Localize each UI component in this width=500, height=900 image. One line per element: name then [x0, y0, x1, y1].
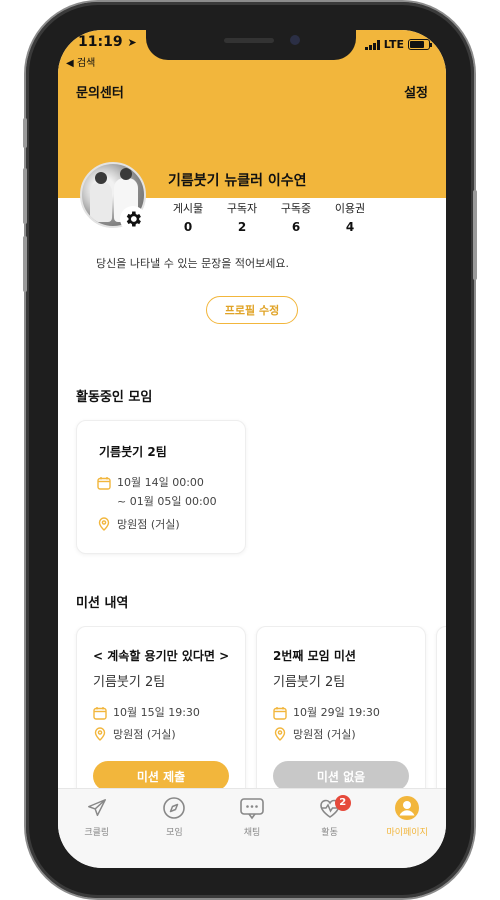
group-name: 기름붓기 2팀: [99, 445, 167, 459]
stat-value: 6: [291, 220, 301, 234]
mission-date-row: 10월 29일 19:30: [273, 703, 380, 722]
mission-date: 10월 29일 19:30: [293, 706, 380, 719]
stat-tickets[interactable]: 이용권 4: [330, 200, 370, 234]
paper-plane-icon: [87, 799, 106, 817]
mission-location: 망원점 (거실): [293, 728, 356, 741]
status-indicators: LTE: [364, 38, 432, 51]
tab-meetings[interactable]: 모임: [136, 795, 214, 868]
tab-label: 채팅: [243, 828, 261, 838]
tab-label: 마이페이지: [386, 828, 428, 838]
active-groups-title: 활동중인 모임: [76, 390, 153, 405]
mission-card[interactable]: 2번째 모임 미션 기름붓기 2팀 10월 29일 19:30 망원점 (거실)…: [256, 626, 426, 802]
mission-location: 망원점 (거실): [113, 728, 176, 741]
tab-label: 크클링: [84, 828, 110, 838]
stat-value: 0: [183, 220, 193, 234]
power-button: [473, 190, 477, 280]
help-center-link[interactable]: 문의센터: [76, 82, 124, 101]
mute-switch: [23, 118, 27, 148]
settings-link[interactable]: 설정: [404, 82, 428, 101]
calendar-icon: [273, 707, 287, 720]
location-pin-icon: [94, 727, 106, 741]
missions-carousel[interactable]: < 계속할 용기만 있다면 > 기름붓기 2팀 10월 15일 19:30 망원…: [58, 626, 446, 802]
signal-icon: [364, 39, 380, 50]
volume-down-button: [23, 236, 27, 292]
group-location: 망원점 (거실): [117, 518, 180, 531]
stat-label: 구독자: [226, 202, 258, 215]
stat-value: 2: [237, 220, 247, 234]
mission-team: 기름붓기 2팀: [273, 675, 346, 690]
compass-icon: [163, 797, 186, 819]
gear-icon[interactable]: [120, 206, 146, 232]
profile-name: 기름붓기 뉴클러 이수연: [168, 173, 307, 189]
mission-card[interactable]: < 계속할 용기만 있다면 > 기름붓기 2팀 10월 15일 19:30 망원…: [76, 626, 246, 802]
group-location-row: 망원점 (거실): [97, 515, 180, 534]
mission-team: 기름붓기 2팀: [93, 675, 166, 690]
phone-notch: [146, 30, 356, 60]
missions-title: 미션 내역: [76, 596, 129, 611]
profile-stats: 게시물 0 구독자 2 구독중 6 이용권 4: [168, 200, 370, 234]
status-time: 11:19 ➤: [78, 34, 137, 50]
tab-chat[interactable]: 채팅: [213, 795, 291, 868]
mission-location-row: 망원점 (거실): [93, 725, 176, 744]
stat-value: 4: [345, 220, 355, 234]
battery-icon: [408, 39, 432, 50]
group-date-end: ~ 01월 05일 00:00: [117, 495, 217, 508]
stat-label: 게시물: [172, 202, 204, 215]
stat-subscribers[interactable]: 구독자 2: [222, 200, 262, 234]
network-label: LTE: [383, 38, 404, 51]
stat-following[interactable]: 구독중 6: [276, 200, 316, 234]
mission-location-row: 망원점 (거실): [273, 725, 356, 744]
tab-label: 활동: [321, 828, 338, 838]
mission-title: 2번째 모임 미션: [273, 649, 356, 663]
calendar-icon: [93, 707, 107, 720]
chat-bubble-icon: [240, 798, 264, 820]
mission-date-row: 10월 15일 19:30: [93, 703, 200, 722]
calendar-icon: [97, 477, 111, 490]
edit-profile-button[interactable]: 프로필 수정: [206, 296, 298, 324]
mission-date: 10월 15일 19:30: [113, 706, 200, 719]
stat-posts[interactable]: 게시물 0: [168, 200, 208, 234]
user-icon: [395, 796, 420, 820]
group-date-start: 10월 14일 00:00: [117, 476, 204, 489]
submit-mission-button[interactable]: 미션 제출: [93, 761, 229, 791]
location-pin-icon: [98, 517, 110, 531]
mission-title: < 계속할 용기만 있다면 >: [93, 649, 230, 663]
group-date-row: 10월 14일 00:00 ~ 01월 05일 00:00: [97, 473, 217, 511]
group-card[interactable]: 기름붓기 2팀 10월 14일 00:00 ~ 01월 05일 00:00 망원…: [76, 420, 246, 554]
phone-screen: 11:19 ➤ ◀ 검색 LTE 문의센터 설정 기름붓기 뉴클러 이수연 게시…: [58, 30, 446, 868]
back-to-search-link[interactable]: ◀ 검색: [66, 54, 95, 69]
location-pin-icon: [274, 727, 286, 741]
stat-label: 이용권: [334, 202, 366, 215]
stat-label: 구독중: [280, 202, 312, 215]
mission-card-partial[interactable]: [436, 626, 446, 802]
bio-text[interactable]: 당신을 나타낼 수 있는 문장을 적어보세요.: [96, 255, 289, 271]
volume-up-button: [23, 168, 27, 224]
tab-mypage[interactable]: 마이페이지: [368, 795, 446, 868]
tab-krewling[interactable]: 크클링: [58, 795, 136, 868]
no-mission-button: 미션 없음: [273, 761, 409, 791]
bottom-tab-bar: 크클링 모임 채팅 2 활동 마이페이지: [58, 788, 446, 868]
notification-badge: 2: [334, 795, 351, 811]
tab-label: 모임: [166, 828, 183, 838]
tab-activity[interactable]: 2 활동: [291, 795, 369, 868]
